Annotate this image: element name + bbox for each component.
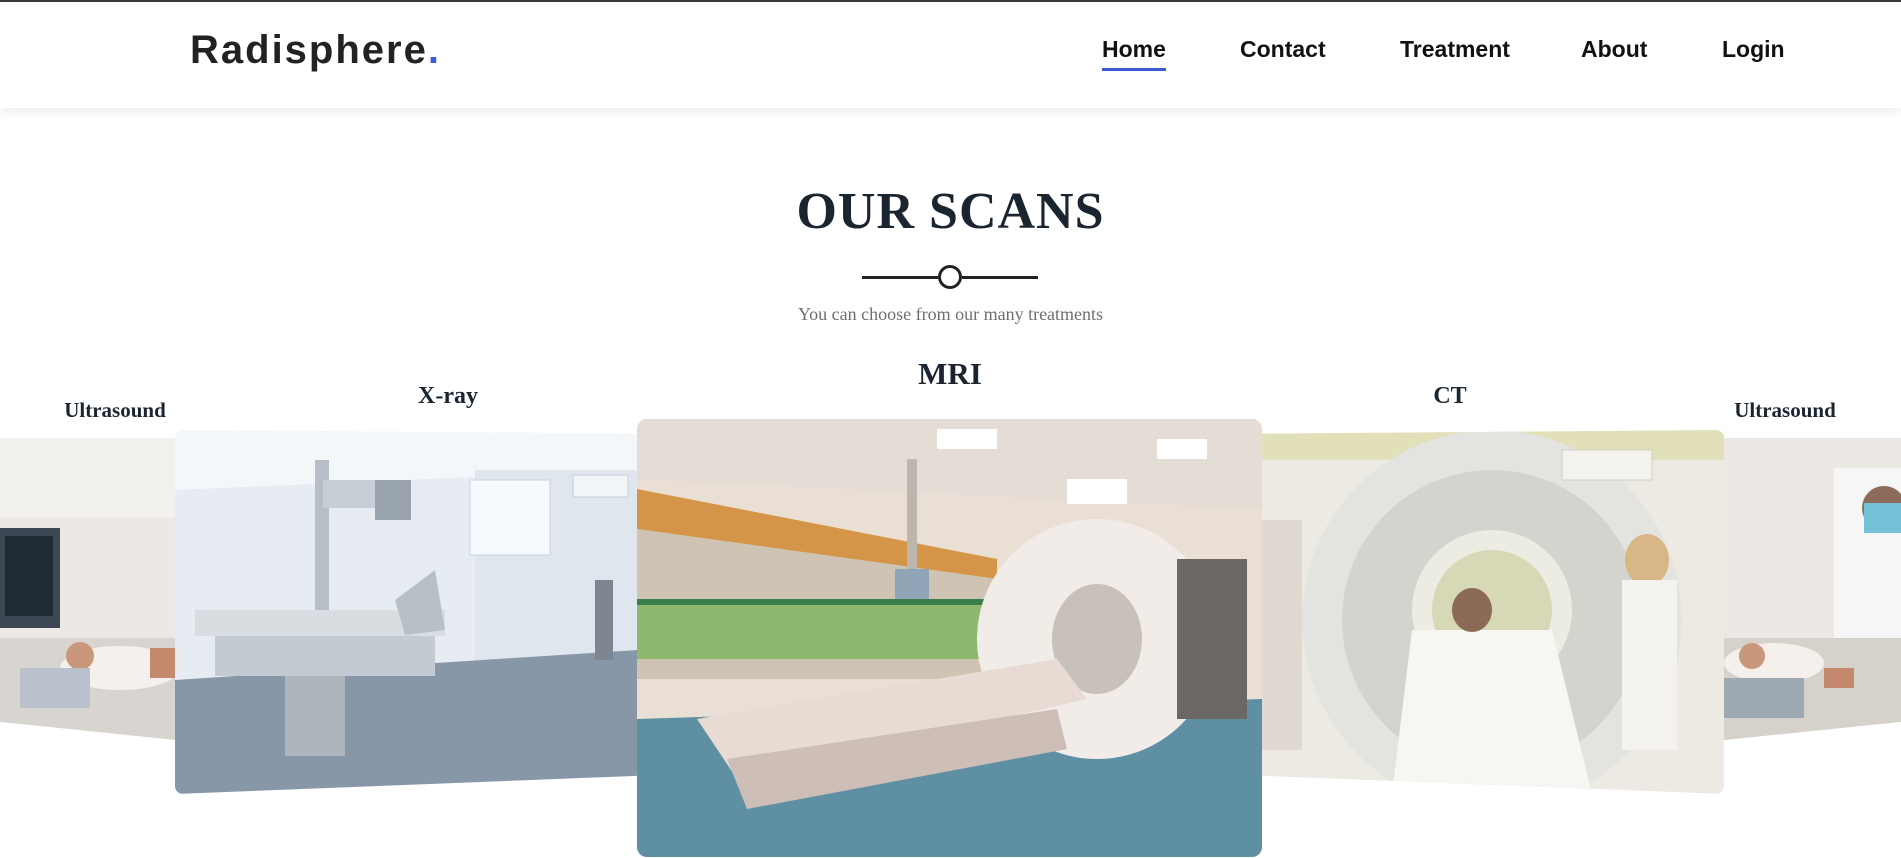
nav-login[interactable]: Login [1722, 36, 1785, 63]
ultrasound-exam-image [1724, 438, 1901, 740]
scan-card-ultrasound-left[interactable] [0, 438, 176, 740]
scan-card-mri[interactable] [637, 419, 1262, 857]
xray-room-image [175, 430, 637, 794]
card-label-mri: MRI [918, 356, 982, 391]
card-label-ultrasound-right: Ultrasound [1734, 398, 1836, 422]
scan-card-ct[interactable] [1262, 430, 1724, 794]
section-title: OUR SCANS [796, 183, 1105, 240]
main-nav: Home Contact Treatment About Login [0, 36, 1901, 76]
navbar: Radisphere. Home Contact Treatment About… [0, 2, 1901, 108]
card-label-ultrasound-left: Ultrasound [64, 398, 166, 422]
nav-home[interactable]: Home [1102, 36, 1166, 71]
scan-card-ultrasound-right[interactable] [1724, 438, 1901, 740]
card-label-xray: X-ray [418, 383, 478, 409]
ultrasound-exam-image [0, 438, 176, 740]
nav-about[interactable]: About [1581, 36, 1647, 63]
section-subtitle: You can choose from our many treatments [797, 304, 1104, 324]
scan-card-xray[interactable] [175, 430, 637, 794]
divider-line-left [862, 276, 938, 279]
divider-circle-icon [938, 265, 962, 289]
nav-contact[interactable]: Contact [1240, 36, 1326, 63]
nav-treatment[interactable]: Treatment [1400, 36, 1510, 63]
ct-scanner-image [1262, 430, 1724, 794]
title-divider [862, 264, 1038, 290]
mri-scanner-image [637, 419, 1262, 857]
card-label-ct: CT [1433, 383, 1467, 409]
divider-line-right [962, 276, 1038, 279]
